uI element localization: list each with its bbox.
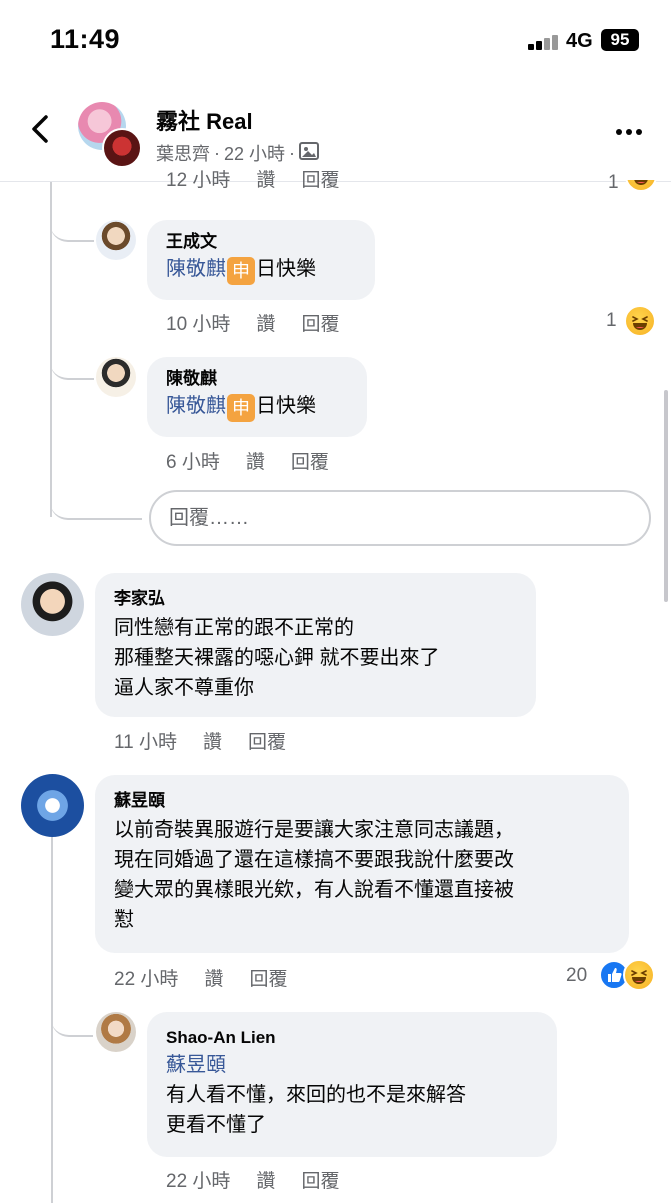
meta-separator: · <box>289 142 296 163</box>
commenter-name[interactable]: 王成文 <box>166 230 357 254</box>
haha-emoji-icon <box>625 180 657 192</box>
page-name[interactable]: 霧社 Real <box>156 104 253 136</box>
reply-link[interactable]: 回覆 <box>248 727 286 754</box>
network-label: 4G <box>566 30 593 52</box>
avatar[interactable] <box>96 357 136 397</box>
comment-bubble: 李家弘 同性戀有正常的跟不正常的 那種整天裸露的噁心鉀 就不要出來了 逼人家不尊… <box>95 573 536 717</box>
reaction-count[interactable]: 1 <box>608 168 619 192</box>
battery-indicator: 95 <box>601 29 639 51</box>
reply-link[interactable]: 回覆 <box>301 309 339 336</box>
comment-time: 6 小時 <box>166 452 220 473</box>
reply-input[interactable]: 回覆…… <box>149 490 651 546</box>
comment-text: 同性戀有正常的跟不正常的 那種整天裸露的噁心鉀 就不要出來了 逼人家不尊重你 <box>114 617 440 699</box>
scrollbar[interactable] <box>664 390 668 602</box>
comment-time: 12 小時 <box>166 170 231 191</box>
comment-text: 日快樂 <box>256 258 316 280</box>
avatar[interactable] <box>21 573 84 636</box>
reaction-count[interactable]: 1 <box>606 310 617 332</box>
comment-bubble: 陳敬麒 陳敬麒申日快樂 <box>147 357 367 437</box>
reaction-count[interactable]: 20 <box>566 965 587 987</box>
mention-link[interactable]: 陳敬麒 <box>166 395 226 417</box>
thread-connector <box>51 1000 93 1037</box>
comment-bubble: 王成文 陳敬麒申日快樂 <box>147 220 375 300</box>
comment-text: 有人看不懂，來回的也不是來解答 更看不懂了 <box>166 1084 466 1136</box>
like-link[interactable]: 讚 <box>256 1166 275 1193</box>
comment-text: 日快樂 <box>256 395 316 417</box>
like-link[interactable]: 讚 <box>256 168 275 192</box>
thread-connector <box>50 480 142 520</box>
comment-actions: 10 小時 讚 回覆 <box>166 309 365 336</box>
comment-time: 11 小時 <box>114 732 178 753</box>
status-time: 11:49 <box>50 24 121 54</box>
mention-link[interactable]: 蘇昱頤 <box>166 1050 539 1080</box>
reply-link[interactable]: 回覆 <box>301 168 339 192</box>
commenter-name[interactable]: Shao-An Lien <box>166 1026 539 1050</box>
reply-link[interactable]: 回覆 <box>249 964 287 991</box>
comment-bubble: Shao-An Lien 蘇昱頤 有人看不懂，來回的也不是來解答 更看不懂了 <box>147 1012 557 1157</box>
signal-icon <box>528 34 562 50</box>
back-arrow-icon[interactable] <box>26 114 56 144</box>
thread-connector <box>50 200 94 242</box>
avatar[interactable] <box>21 774 84 837</box>
commenter-name[interactable]: 李家弘 <box>114 587 518 611</box>
like-link[interactable]: 讚 <box>204 964 223 991</box>
thread-connector <box>50 342 94 380</box>
commenter-name[interactable]: 蘇昱頤 <box>114 789 611 813</box>
page-avatar[interactable] <box>78 102 142 168</box>
haha-emoji-icon <box>624 305 656 337</box>
like-link[interactable]: 讚 <box>256 309 275 336</box>
avatar[interactable] <box>96 1012 136 1052</box>
like-link[interactable]: 讚 <box>203 727 222 754</box>
comment-actions: 22 小時 讚 回覆 <box>166 1166 365 1193</box>
avatar[interactable] <box>96 220 136 260</box>
commenter-name[interactable]: 陳敬麒 <box>166 367 349 391</box>
post-age: 22 小時 <box>224 144 286 164</box>
comment-actions: 12 小時 讚 回覆 <box>166 168 365 192</box>
comment-text: 以前奇裝異服遊行是要讓大家注意同志議題， 現在同婚過了還在這樣搞不要跟我說什麼要… <box>114 819 514 931</box>
post-meta: 葉思齊 · 22 小時 · <box>156 140 320 166</box>
author-name[interactable]: 葉思齊 <box>156 140 210 166</box>
reply-link[interactable]: 回覆 <box>291 447 329 474</box>
comment-actions: 11 小時 讚 回覆 <box>114 727 312 754</box>
reply-link[interactable]: 回覆 <box>301 1166 339 1193</box>
comment-time: 22 小時 <box>166 1171 231 1192</box>
haha-emoji-icon <box>623 959 655 991</box>
photo-icon <box>299 141 320 165</box>
comment-time: 22 小時 <box>114 969 179 990</box>
sticker-badge: 申 <box>227 257 255 285</box>
comment-actions: 22 小時 讚 回覆 <box>114 964 313 991</box>
sticker-badge: 申 <box>227 394 255 422</box>
more-dots-icon[interactable] <box>616 122 648 135</box>
comment-actions: 6 小時 讚 回覆 <box>166 447 355 474</box>
mention-link[interactable]: 陳敬麒 <box>166 258 226 280</box>
like-link[interactable]: 讚 <box>246 447 265 474</box>
comment-time: 10 小時 <box>166 314 231 335</box>
meta-separator: · <box>214 142 220 163</box>
author-avatar-image <box>102 128 142 168</box>
comment-bubble: 蘇昱頤 以前奇裝異服遊行是要讓大家注意同志議題， 現在同婚過了還在這樣搞不要跟我… <box>95 775 629 953</box>
